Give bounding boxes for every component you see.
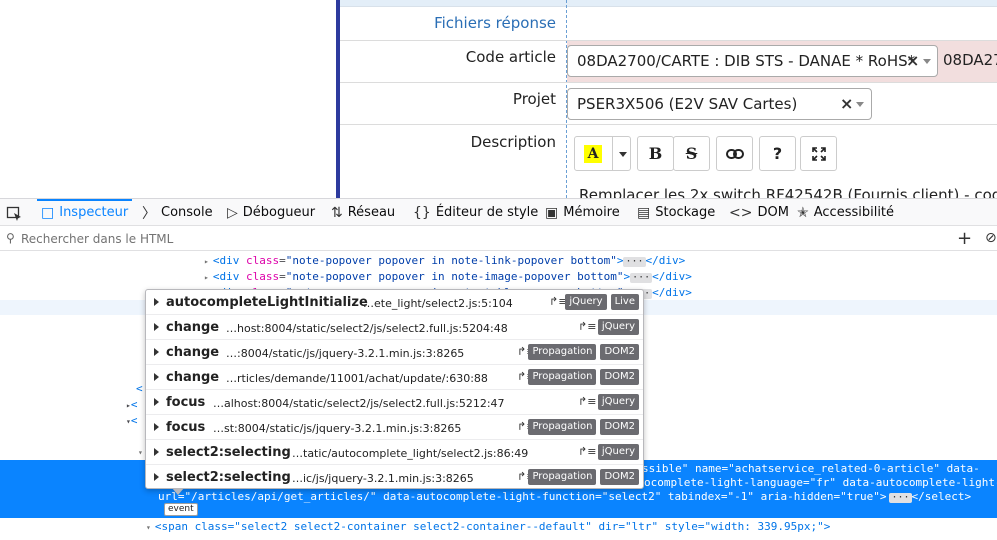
description-text[interactable]: Remplacer les 2x switch RF42542B (Fourni… bbox=[579, 186, 997, 198]
add-node-icon[interactable]: + bbox=[957, 228, 972, 249]
event-listener-row[interactable]: change …host:8004/static/select2/js/sele… bbox=[146, 315, 643, 340]
row-divider bbox=[340, 82, 997, 83]
event-listener-row[interactable]: autocompleteLightInitialize …ete_light/s… bbox=[146, 290, 643, 315]
ellipsis-icon: ··· bbox=[889, 492, 912, 503]
tab-debogueur[interactable]: ▷ Débogueur bbox=[227, 199, 315, 226]
expand-icon bbox=[154, 348, 159, 356]
top-strip bbox=[340, 0, 997, 7]
tab-editeur-de-style[interactable]: {} Éditeur de style bbox=[413, 199, 538, 226]
network-icon: ⇅ bbox=[331, 204, 343, 221]
console-icon: 〉 bbox=[142, 205, 156, 222]
html-search-bar: ⚲ Rechercher dans le HTML + ⊘ bbox=[0, 227, 997, 251]
left-accent-bar bbox=[336, 0, 340, 198]
fullscreen-button[interactable] bbox=[800, 136, 837, 171]
projet-label: Projet bbox=[512, 90, 556, 108]
tab-reseau[interactable]: ⇅ Réseau bbox=[331, 199, 395, 226]
code-article-label: Code article bbox=[465, 48, 556, 66]
expand-icon bbox=[154, 473, 159, 481]
eyedropper-icon[interactable]: ⊘ bbox=[985, 230, 997, 246]
search-icon: ⚲ bbox=[6, 231, 15, 245]
selected-line-2: ocomplete-light-language="fr" data-autoc… bbox=[644, 476, 997, 489]
expand-icon bbox=[154, 423, 159, 431]
expand-icon bbox=[154, 373, 159, 381]
debugger-icon: ▷ bbox=[227, 204, 238, 221]
event-listeners-tooltip: autocompleteLightInitialize …ete_light/s… bbox=[145, 289, 644, 489]
split-divider bbox=[612, 137, 613, 170]
row-divider bbox=[340, 124, 997, 125]
jump-to-source-icon[interactable]: ↱≡ bbox=[578, 395, 596, 408]
memory-icon: ▣ bbox=[545, 204, 559, 221]
code-article-value: 08DA2700/CARTE : DIB STS - DANAE * RoHS* bbox=[577, 52, 916, 70]
tab-inspecteur[interactable]: □ Inspecteur bbox=[36, 199, 133, 226]
fullscreen-icon bbox=[811, 146, 826, 161]
link-button[interactable] bbox=[716, 136, 753, 171]
event-listener-row[interactable]: focus …st:8004/static/js/jquery-3.2.1.mi… bbox=[146, 415, 643, 440]
projet-value: PSER3X506 (E2V SAV Cartes) bbox=[577, 95, 798, 113]
html-search-input[interactable]: Rechercher dans le HTML bbox=[21, 232, 173, 246]
storage-icon: ▤ bbox=[637, 204, 651, 221]
fichiers-reponse-link[interactable]: Fichiers réponse bbox=[434, 14, 556, 32]
screen: Fichiers réponse Code article Projet Des… bbox=[0, 0, 997, 540]
selected-line-3: url="/articles/api/get_articles/" data-a… bbox=[158, 490, 972, 503]
markup-gutter-row: < bbox=[136, 382, 143, 395]
description-label: Description bbox=[470, 133, 556, 151]
clear-icon[interactable]: × bbox=[840, 94, 853, 113]
picker-icon bbox=[6, 206, 21, 221]
clear-icon[interactable]: × bbox=[906, 51, 919, 70]
caret-down-icon[interactable] bbox=[619, 152, 627, 157]
code-article-select[interactable]: 08DA2700/CARTE : DIB STS - DANAE * RoHS*… bbox=[567, 45, 938, 77]
strikethrough-button[interactable]: S bbox=[673, 136, 710, 171]
expand-icon bbox=[154, 323, 159, 331]
expand-icon bbox=[154, 448, 159, 456]
jump-to-source-icon[interactable]: ↱≡ bbox=[578, 445, 596, 458]
chevron-down-icon bbox=[856, 102, 864, 107]
code-article-overflow-text: 08DA27 bbox=[943, 51, 997, 69]
chevron-down-icon bbox=[923, 59, 931, 64]
markup-gutter-row[interactable]: ▸< bbox=[126, 398, 137, 411]
markup-gutter-row[interactable]: ▾< bbox=[126, 414, 137, 427]
ellipsis-icon: ··· bbox=[623, 256, 646, 267]
ellipsis-icon: ··· bbox=[630, 272, 653, 283]
event-badge[interactable]: event bbox=[164, 503, 198, 516]
tab-accessibilite[interactable]: ✭ Accessibilité bbox=[797, 199, 894, 226]
span-node-text: <span class="select2 select2-container s… bbox=[154, 520, 831, 533]
help-button[interactable]: ? bbox=[759, 136, 796, 171]
expand-icon bbox=[154, 398, 159, 406]
event-listener-row[interactable]: focus …alhost:8004/static/select2/js/sel… bbox=[146, 390, 643, 415]
markup-gutter-row[interactable]: ▾ bbox=[138, 448, 143, 457]
jump-to-source-icon[interactable]: ↱≡ bbox=[578, 320, 596, 333]
text-color-icon: A bbox=[584, 144, 602, 163]
tooltip-arrow bbox=[172, 488, 184, 495]
dom-icon: <> bbox=[729, 204, 753, 221]
event-listener-row[interactable]: change …rticles/demande/11001/achat/upda… bbox=[146, 365, 643, 390]
inspector-icon: □ bbox=[41, 204, 55, 221]
tab-stockage[interactable]: ▤ Stockage bbox=[637, 199, 715, 226]
text-color-button[interactable]: A bbox=[574, 136, 631, 171]
link-icon bbox=[725, 148, 744, 159]
event-listener-row[interactable]: select2:selecting …tatic/autocomplete_li… bbox=[146, 440, 643, 465]
markup-node[interactable]: ▸<div class="note-popover popover in not… bbox=[204, 270, 692, 283]
event-listener-row[interactable]: change …:8004/static/js/jquery-3.2.1.min… bbox=[146, 340, 643, 365]
devtools-toolbar: □ Inspecteur 〉 Console ▷ Débogueur ⇅ Réseau … bbox=[0, 198, 997, 226]
accessibility-icon: ✭ bbox=[797, 204, 809, 221]
markup-node[interactable]: ▸<div class="note-popover popover in not… bbox=[204, 254, 685, 267]
bold-button[interactable]: B bbox=[637, 136, 674, 171]
tab-dom[interactable]: <> DOM bbox=[729, 199, 789, 226]
event-listener-row[interactable]: select2:selecting …ic/js/jquery-3.2.1.mi… bbox=[146, 465, 643, 490]
projet-select[interactable]: PSER3X506 (E2V SAV Cartes) × bbox=[567, 88, 872, 120]
element-picker-button[interactable] bbox=[6, 200, 22, 227]
style-editor-icon: {} bbox=[413, 204, 431, 221]
tab-console[interactable]: 〉 Console bbox=[142, 199, 213, 226]
expand-icon bbox=[154, 298, 159, 306]
selected-line-1: ssible" name="achatservice_related-0-art… bbox=[642, 462, 980, 475]
tab-memoire[interactable]: ▣ Mémoire bbox=[545, 199, 620, 226]
page-form: Fichiers réponse Code article Projet Des… bbox=[0, 0, 997, 198]
markup-node[interactable]: ▾ <span class="select2 select2-container … bbox=[146, 520, 830, 533]
